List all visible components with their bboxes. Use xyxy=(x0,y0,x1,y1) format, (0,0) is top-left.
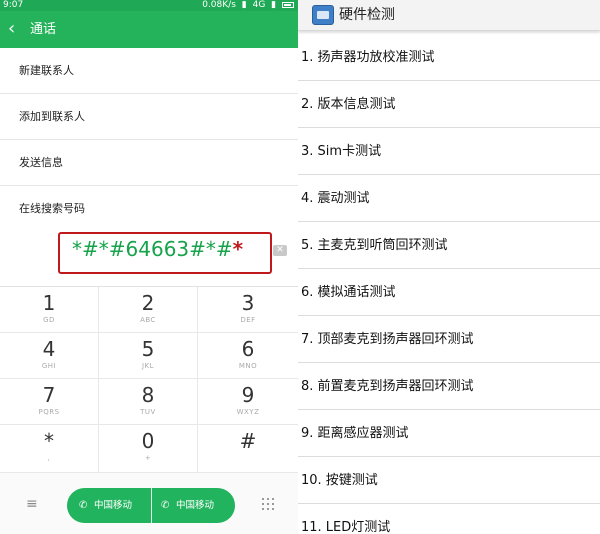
key-1[interactable]: 1 GD xyxy=(0,287,99,333)
test-item-led[interactable]: 11. LED灯测试 xyxy=(298,504,600,534)
phone-icon: ✆ xyxy=(79,500,88,511)
status-indicators: 0.08K/s ▮ 4G ▮ xyxy=(199,0,294,11)
key-letters: PQRS xyxy=(38,408,60,416)
dialpad-icon[interactable] xyxy=(262,498,274,510)
key-letters: , xyxy=(47,454,51,462)
dialer-menu: 新建联系人 添加到联系人 发送信息 在线搜索号码 xyxy=(0,48,298,232)
signal-bars-icon: ▮ xyxy=(271,0,277,10)
test-item-simulated-call[interactable]: 6. 模拟通话测试 xyxy=(298,269,600,316)
dialer-screen: 9:07 0.08K/s ▮ 4G ▮ ‹ 通话 新建联系人 添加到联系人 发送… xyxy=(0,0,298,534)
key-6[interactable]: 6 MNO xyxy=(198,333,298,379)
key-digit: 2 xyxy=(141,291,155,315)
app-icon xyxy=(312,5,334,25)
hardware-test-screen: 硬件检测 1. 扬声器功放校准测试 2. 版本信息测试 3. Sim卡测试 4.… xyxy=(298,0,600,534)
backspace-icon[interactable]: ✕ xyxy=(273,245,287,256)
test-item-top-mic-speaker-loopback[interactable]: 7. 顶部麦克到扬声器回环测试 xyxy=(298,316,600,363)
phone-icon: ✆ xyxy=(161,500,170,511)
key-digit: # xyxy=(239,429,257,453)
dialer-bottom-bar: ≡ ✆ 中国移动 ✆ 中国移动 xyxy=(0,472,298,534)
key-letters: WXYZ xyxy=(236,408,260,416)
key-digit: 1 xyxy=(42,291,56,315)
key-2[interactable]: 2 ABC xyxy=(99,287,198,333)
battery-icon xyxy=(282,1,294,8)
call-button-sim2[interactable]: ✆ 中国移动 xyxy=(161,488,233,523)
call-button-sim1[interactable]: ✆ 中国移动 xyxy=(79,488,151,523)
menu-item-new-contact[interactable]: 新建联系人 xyxy=(0,48,298,94)
dial-display: *#*#64663#*#* ✕ xyxy=(0,230,298,286)
menu-item-add-to-contact[interactable]: 添加到联系人 xyxy=(0,94,298,140)
network-speed: 0.08K/s xyxy=(202,0,236,10)
key-letters: MNO xyxy=(238,362,258,370)
key-7[interactable]: 7 PQRS xyxy=(0,379,99,425)
title-bar: 硬件检测 xyxy=(298,0,600,31)
key-letters: ABC xyxy=(140,316,156,324)
key-digit: * xyxy=(44,429,54,453)
test-list: 1. 扬声器功放校准测试 2. 版本信息测试 3. Sim卡测试 4. 震动测试… xyxy=(298,34,600,534)
key-4[interactable]: 4 GHI xyxy=(0,333,99,379)
page-title: 通话 xyxy=(30,22,57,37)
call-button-group: ✆ 中国移动 ✆ 中国移动 xyxy=(67,488,235,523)
test-item-vibration[interactable]: 4. 震动测试 xyxy=(298,175,600,222)
test-item-main-mic-receiver-loopback[interactable]: 5. 主麦克到听筒回环测试 xyxy=(298,222,600,269)
key-5[interactable]: 5 JKL xyxy=(99,333,198,379)
test-item-sim-card[interactable]: 3. Sim卡测试 xyxy=(298,128,600,175)
key-digit: 0 xyxy=(141,429,155,453)
back-icon[interactable]: ‹ xyxy=(8,19,26,39)
app-title: 硬件检测 xyxy=(339,7,395,23)
key-letters: TUV xyxy=(140,408,156,416)
signal-icon: ▮ xyxy=(241,0,247,10)
key-digit: 3 xyxy=(241,291,255,315)
key-0[interactable]: 0 + xyxy=(99,425,198,473)
key-star[interactable]: * , xyxy=(0,425,99,473)
key-8[interactable]: 8 TUV xyxy=(99,379,198,425)
menu-item-send-message[interactable]: 发送信息 xyxy=(0,140,298,186)
key-digit: 4 xyxy=(42,337,56,361)
network-type: 4G xyxy=(252,0,266,10)
menu-item-online-search[interactable]: 在线搜索号码 xyxy=(0,186,298,232)
test-item-keys[interactable]: 10. 按键测试 xyxy=(298,457,600,504)
key-letters: GHI xyxy=(41,362,57,370)
key-digit: 9 xyxy=(241,383,255,407)
key-letters: GD xyxy=(43,316,55,324)
key-hash[interactable]: # xyxy=(198,425,298,473)
highlight-annotation xyxy=(58,232,272,274)
status-bar: 9:07 0.08K/s ▮ 4G ▮ xyxy=(0,0,298,11)
menu-icon[interactable]: ≡ xyxy=(26,497,38,511)
app-header: ‹ 通话 xyxy=(0,11,298,48)
key-letters: DEF xyxy=(240,316,256,324)
test-item-proximity-sensor[interactable]: 9. 距离感应器测试 xyxy=(298,410,600,457)
key-letters: JKL xyxy=(141,362,155,370)
key-9[interactable]: 9 WXYZ xyxy=(198,379,298,425)
call-button-label: 中国移动 xyxy=(94,500,133,511)
call-divider xyxy=(151,488,152,523)
key-3[interactable]: 3 DEF xyxy=(198,287,298,333)
key-digit: 5 xyxy=(141,337,155,361)
key-digit: 8 xyxy=(141,383,155,407)
call-button-label: 中国移动 xyxy=(176,500,215,511)
test-item-front-mic-speaker-loopback[interactable]: 8. 前置麦克到扬声器回环测试 xyxy=(298,363,600,410)
status-time: 9:07 xyxy=(3,0,24,10)
test-item-version-info[interactable]: 2. 版本信息测试 xyxy=(298,81,600,128)
key-digit: 6 xyxy=(241,337,255,361)
dial-keypad: 1 GD 2 ABC 3 DEF 4 GHI 5 JKL 6 MNO 7 PQR… xyxy=(0,286,298,473)
test-item-speaker-calibration[interactable]: 1. 扬声器功放校准测试 xyxy=(298,34,600,81)
key-letters: + xyxy=(144,454,152,462)
key-digit: 7 xyxy=(42,383,56,407)
